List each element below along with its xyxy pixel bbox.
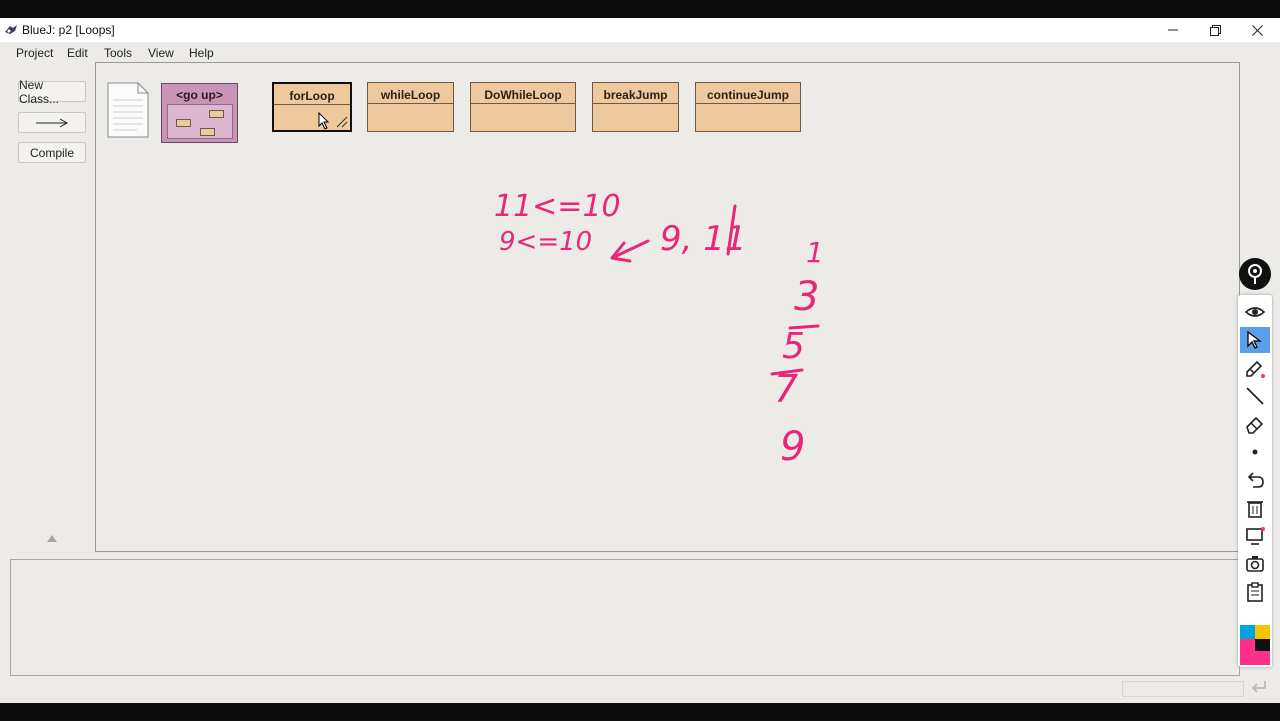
class-name: continueJump [706,88,789,102]
title-bar: BlueJ: p2 [Loops] [0,18,1280,42]
status-field [1122,681,1244,697]
minimize-button[interactable] [1152,18,1194,42]
menu-help[interactable]: Help [189,46,214,60]
color-swatch-black[interactable] [1255,639,1270,651]
eraser-tool[interactable] [1240,411,1270,437]
screen-icon [1246,527,1265,545]
class-name: DoWhileLoop [484,88,562,102]
menu-view[interactable]: View [148,46,174,60]
dot-icon [1252,449,1258,455]
line-tool[interactable] [1240,383,1270,409]
bluej-app-icon [5,25,17,34]
eraser-icon [1246,416,1264,434]
resize-handle-icon[interactable] [336,116,348,128]
menu-edit[interactable]: Edit [67,46,88,60]
class-name: forLoop [289,89,335,103]
undo-icon [1247,472,1264,488]
bluej-window: BlueJ: p2 [Loops] Project Edit Tools Vie… [0,18,1280,703]
color-swatch-pink-selected[interactable] [1255,651,1270,665]
package-preview [167,104,233,139]
class-whileloop[interactable]: whileLoop [367,82,454,132]
eye-icon [1244,307,1266,317]
restore-button[interactable] [1194,18,1236,42]
terminal-output-pane[interactable] [10,559,1240,676]
new-inheritance-arrow-button[interactable] [18,112,86,133]
clear-tool[interactable] [1240,495,1270,521]
pencil-tool[interactable] [1240,355,1270,381]
go-up-package[interactable]: <go up> [161,83,238,143]
color-swatch-yellow[interactable] [1255,625,1270,639]
window-title: BlueJ: p2 [Loops] [22,23,115,37]
color-palette[interactable] [1240,625,1270,665]
clipboard-icon [1247,582,1263,602]
collapse-triangle-icon[interactable] [47,535,57,542]
class-name: whileLoop [380,88,441,102]
screen-tool[interactable] [1240,523,1270,549]
line-icon [1246,387,1264,405]
snapshot-tool[interactable] [1240,551,1270,577]
class-continuejump[interactable]: continueJump [695,82,801,132]
pin-button[interactable] [1239,258,1271,290]
camera-icon [1246,556,1264,572]
package-label: <go up> [176,88,223,102]
close-button[interactable] [1236,18,1278,42]
minimize-icon [1168,29,1178,31]
pin-icon [1248,264,1262,284]
color-swatch-blue[interactable] [1240,625,1255,639]
menu-project[interactable]: Project [16,46,53,60]
menu-tools[interactable]: Tools [104,46,132,60]
readme-document-icon[interactable] [107,82,149,138]
mouse-cursor-icon [318,112,330,130]
new-class-button[interactable]: New Class... [18,78,86,106]
compile-button[interactable]: Compile [18,142,86,163]
class-breakjump[interactable]: breakJump [592,82,679,132]
arrow-right-icon [36,118,69,127]
select-tool[interactable] [1240,327,1270,353]
class-name: breakJump [603,88,668,102]
class-dowhileloop[interactable]: DoWhileLoop [470,82,576,132]
screen-bottom-bar [0,703,1280,720]
annotation-toolbar [1238,295,1272,667]
view-tool[interactable] [1240,299,1270,325]
class-forloop[interactable]: forLoop [272,82,352,132]
close-icon [1251,24,1263,36]
dot-size-tool[interactable] [1240,439,1270,465]
pencil-icon [1246,360,1265,378]
restore-icon [1209,24,1221,36]
undo-tool[interactable] [1240,467,1270,493]
clipboard-tool[interactable] [1240,579,1270,605]
class-diagram-canvas[interactable] [95,62,1240,552]
trash-icon [1247,501,1263,518]
return-arrow-icon[interactable] [1250,678,1268,696]
cursor-icon [1247,330,1263,349]
screen-top-bar [0,0,1280,18]
menu-bar: Project Edit Tools View Help [0,42,1280,64]
color-swatch-pink[interactable] [1240,639,1255,665]
